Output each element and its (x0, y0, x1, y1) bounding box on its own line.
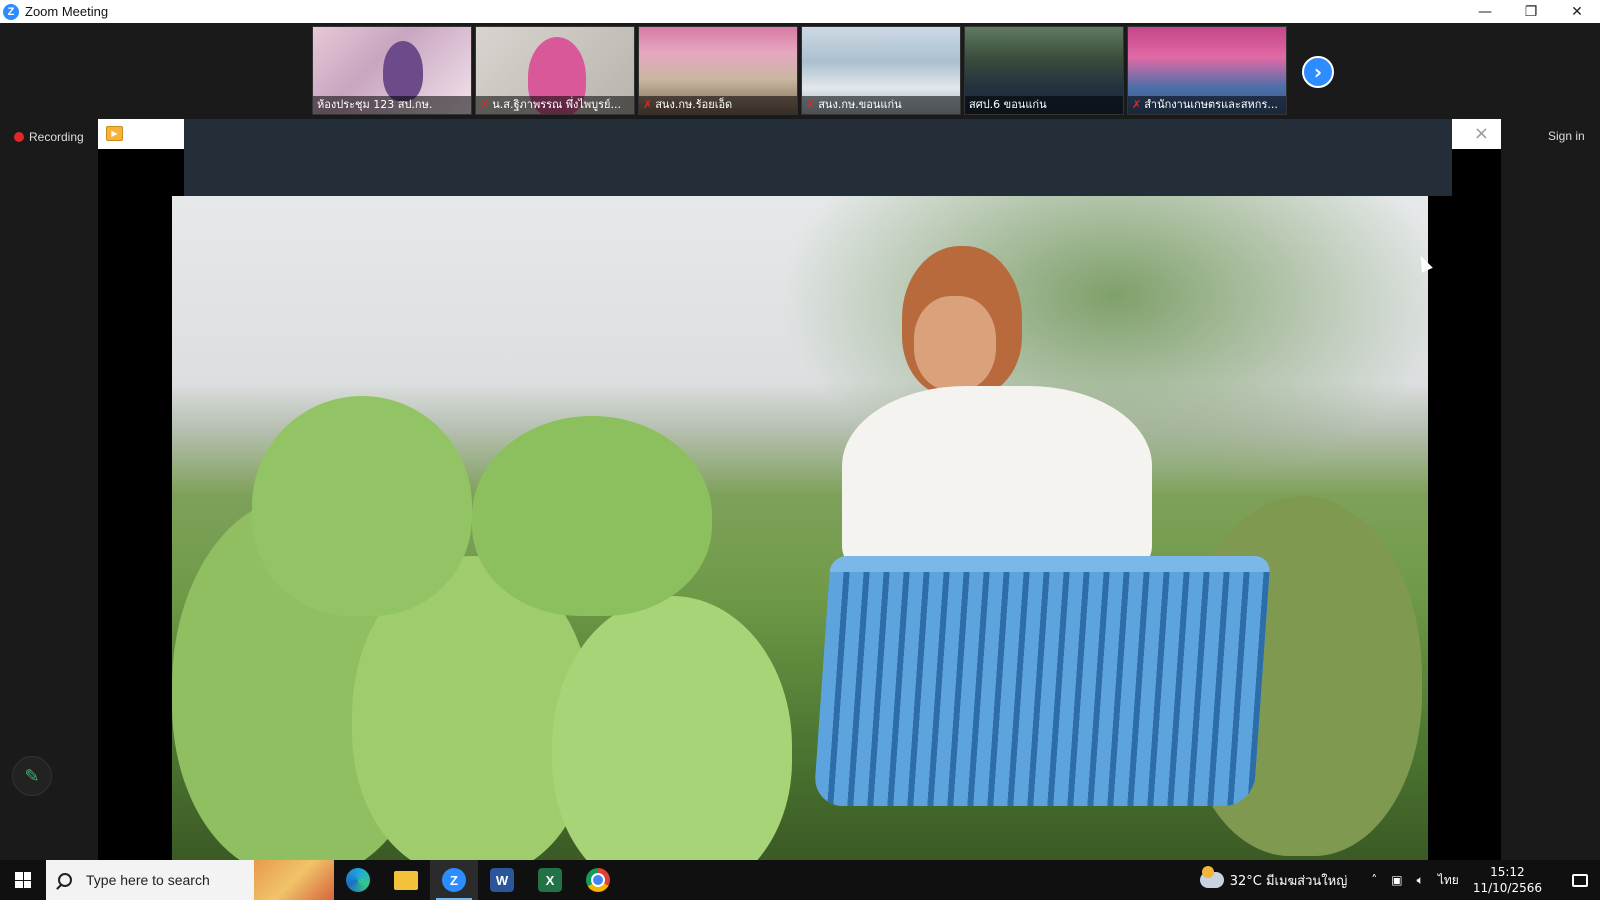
shared-video (172, 196, 1428, 860)
media-play-icon[interactable]: ▶ (106, 126, 123, 141)
participant-name: ห้องประชุม 123 สป.กษ. (313, 96, 471, 114)
input-language[interactable]: ไทย (1438, 871, 1459, 890)
video-overlay-bar (184, 119, 1452, 196)
taskbar-app-edge[interactable] (334, 860, 382, 900)
windows-logo-icon (15, 872, 31, 888)
participant-thumbnail[interactable]: ✗ สนง.กษ.ร้อยเอ็ด (638, 26, 798, 115)
chevron-up-icon[interactable]: ˄ (1371, 873, 1377, 887)
lettuce-plant (252, 396, 472, 616)
participant-name: ✗ สนง.กษ.ร้อยเอ็ด (639, 96, 797, 114)
next-participants-button[interactable]: › (1302, 56, 1334, 88)
recording-indicator[interactable]: Recording (14, 130, 84, 144)
system-tray: 32°C มีเมฆส่วนใหญ่ ˄ ▣ 🔈︎ ไทย 15:12 11/1… (1199, 860, 1600, 900)
window-titlebar: Z Zoom Meeting — ❐ ✕ (0, 0, 1600, 23)
taskbar-app-word[interactable]: W (478, 860, 526, 900)
taskbar-app-excel[interactable]: X (526, 860, 574, 900)
folder-icon (394, 870, 418, 890)
search-icon (58, 873, 72, 887)
taskbar-app-file-explorer[interactable] (382, 860, 430, 900)
participant-strip: ห้องประชุม 123 สป.กษ. ✗ น.ส.ฐิภาพรรณ พึ่ง… (312, 26, 1287, 115)
window-controls: — ❐ ✕ (1462, 0, 1600, 23)
participant-thumbnail[interactable]: ✗ สนง.กษ.ขอนแก่น (801, 26, 961, 115)
close-window-button[interactable]: ✕ (1554, 0, 1600, 23)
participant-thumbnail[interactable]: สศป.6 ขอนแก่น (964, 26, 1124, 115)
search-placeholder: Type here to search (86, 872, 210, 888)
pencil-icon: ✎ (24, 765, 40, 787)
chevron-right-icon: › (1313, 60, 1323, 84)
lettuce-plant (552, 596, 792, 860)
person-face (914, 296, 996, 391)
taskbar-app-chrome[interactable] (574, 860, 622, 900)
clock-date: 11/10/2566 (1472, 881, 1542, 895)
participant-thumbnail[interactable]: ✗ สำนักงานเกษตรและสหกร... (1127, 26, 1287, 115)
notification-icon (1572, 873, 1588, 887)
edge-icon (346, 868, 370, 892)
participant-figure (383, 41, 423, 101)
taskbar-app-zoom[interactable]: Z (430, 860, 478, 900)
chrome-icon (586, 868, 610, 892)
recording-label: Recording (29, 130, 84, 144)
mic-muted-icon: ✗ (643, 98, 653, 111)
mic-muted-icon: ✗ (806, 98, 816, 111)
taskbar-clock[interactable]: 15:12 11/10/2566 (1473, 864, 1542, 896)
weather-text[interactable]: 32°C มีเมฆส่วนใหญ่ (1230, 870, 1348, 891)
annotate-pencil-button[interactable]: ✎ (12, 756, 52, 796)
participant-name: ✗ น.ส.ฐิภาพรรณ พึ่งไพบูรย์... (476, 96, 634, 114)
blue-basket (813, 556, 1271, 806)
maximize-button[interactable]: ❐ (1508, 0, 1554, 23)
clock-time: 15:12 (1490, 865, 1525, 879)
minimize-button[interactable]: — (1462, 0, 1508, 23)
participant-name: ✗ สำนักงานเกษตรและสหกร... (1128, 96, 1286, 114)
taskbar-search[interactable]: Type here to search (46, 860, 334, 900)
sign-in-button[interactable]: Sign in (1548, 129, 1585, 143)
meeting-stage: ห้องประชุม 123 สป.กษ. ✗ น.ส.ฐิภาพรรณ พึ่ง… (0, 23, 1600, 860)
participant-thumbnail[interactable]: ห้องประชุม 123 สป.กษ. (312, 26, 472, 115)
mic-muted-icon: ✗ (1132, 98, 1142, 111)
participant-name: สศป.6 ขอนแก่น (965, 96, 1123, 114)
zoom-icon: Z (442, 868, 466, 892)
mic-muted-icon: ✗ (480, 98, 490, 111)
windows-taskbar: Type here to search Z W X 32°C มีเมฆส่วน… (0, 860, 1600, 900)
excel-icon: X (538, 868, 562, 892)
recording-dot-icon (14, 132, 24, 142)
participant-thumbnail[interactable]: ✗ น.ส.ฐิภาพรรณ พึ่งไพบูรย์... (475, 26, 635, 115)
lettuce-plant (472, 416, 712, 616)
notification-button[interactable] (1560, 860, 1600, 900)
close-shared-window-button[interactable]: × (1474, 123, 1489, 144)
zoom-logo-icon: Z (3, 3, 19, 20)
weather-cloud-icon[interactable] (1199, 866, 1224, 888)
participant-name: ✗ สนง.กษ.ขอนแก่น (802, 96, 960, 114)
start-button[interactable] (0, 860, 46, 900)
shared-screen: ▶ × (98, 119, 1501, 860)
word-icon: W (490, 868, 514, 892)
window-title: Zoom Meeting (25, 4, 109, 19)
volume-icon[interactable]: 🔈︎ (1417, 873, 1424, 888)
search-highlight-art (254, 860, 334, 900)
network-icon[interactable]: ▣ (1391, 873, 1402, 887)
